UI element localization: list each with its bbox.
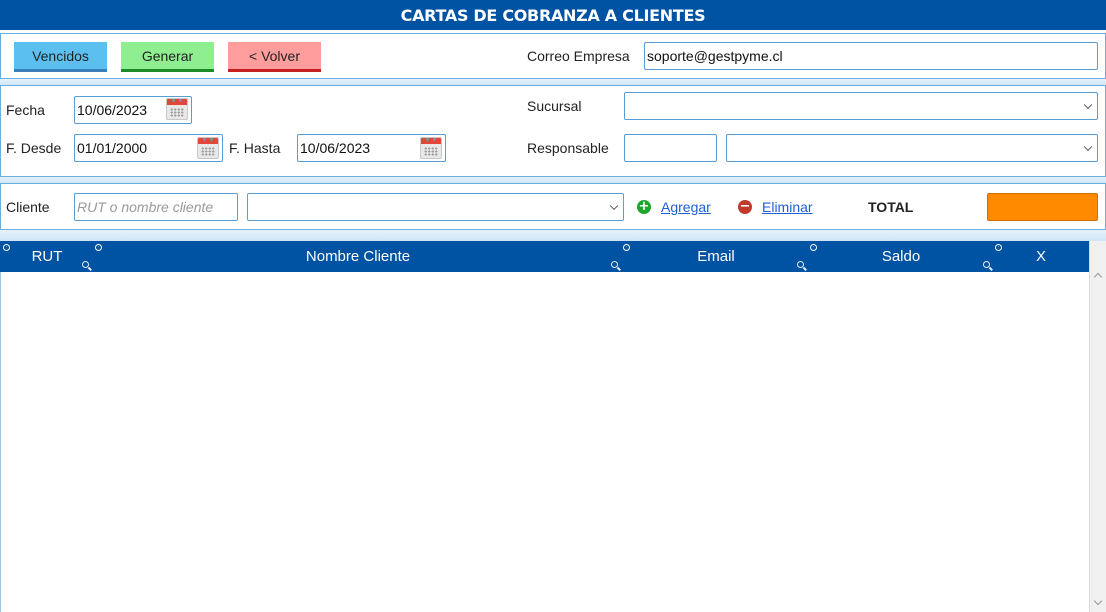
column-header-rut[interactable]: RUT xyxy=(0,241,94,272)
responsable-code-input[interactable] xyxy=(624,134,717,162)
hasta-calendar-icon[interactable] xyxy=(420,137,442,159)
grid-header: RUT · · Nombre Cliente · Email · Saldo ·… xyxy=(0,241,1089,272)
minus-circle-icon[interactable]: − xyxy=(738,200,752,214)
desde-calendar-icon[interactable] xyxy=(197,137,219,159)
responsable-select[interactable] xyxy=(726,134,1098,162)
correo-empresa-input[interactable]: soporte@gestpyme.cl xyxy=(644,42,1098,70)
total-label: TOTAL xyxy=(868,199,914,215)
chevron-down-icon xyxy=(609,201,619,211)
search-icon[interactable] xyxy=(797,261,804,268)
total-value xyxy=(987,193,1098,221)
expand-icon[interactable]: · xyxy=(3,244,10,251)
responsable-label: Responsable xyxy=(527,140,609,156)
correo-empresa-label: Correo Empresa xyxy=(527,48,630,64)
volver-button[interactable]: < Volver xyxy=(228,42,321,72)
cliente-search-input[interactable]: RUT o nombre cliente xyxy=(74,193,238,221)
scroll-down-icon[interactable] xyxy=(1093,596,1103,606)
generar-button[interactable]: Generar xyxy=(121,42,214,72)
desde-label: F. Desde xyxy=(6,140,62,156)
column-header-email[interactable]: Email xyxy=(628,241,804,272)
clients-grid[interactable] xyxy=(0,272,1089,612)
cliente-placeholder: RUT o nombre cliente xyxy=(77,199,214,215)
vencidos-button[interactable]: Vencidos xyxy=(14,42,107,72)
cliente-label: Cliente xyxy=(6,199,50,215)
page-title: CARTAS DE COBRANZA A CLIENTES xyxy=(0,0,1106,30)
sucursal-select[interactable] xyxy=(624,92,1098,120)
chevron-down-icon xyxy=(1083,100,1093,110)
client-panel: Cliente RUT o nombre cliente + Agregar −… xyxy=(0,183,1106,230)
chevron-down-icon xyxy=(1083,142,1093,152)
scroll-up-icon[interactable] xyxy=(1093,272,1103,282)
filters-panel: Fecha 10/06/2023 F. Desde 01/01/2000 F. … xyxy=(0,85,1106,177)
column-header-saldo[interactable]: Saldo xyxy=(815,241,987,272)
column-header-nombre[interactable]: Nombre Cliente xyxy=(100,241,616,272)
fecha-calendar-icon[interactable] xyxy=(166,98,188,120)
column-header-x[interactable]: X xyxy=(1000,241,1082,272)
hasta-label: F. Hasta xyxy=(229,140,281,156)
separator xyxy=(0,230,1106,241)
sucursal-label: Sucursal xyxy=(527,98,582,114)
fecha-label: Fecha xyxy=(6,102,45,118)
agregar-link[interactable]: Agregar xyxy=(661,199,711,215)
search-icon[interactable] xyxy=(983,261,990,268)
eliminar-link[interactable]: Eliminar xyxy=(762,199,813,215)
toolbar-panel: Vencidos Generar < Volver Correo Empresa… xyxy=(0,33,1106,79)
search-icon[interactable] xyxy=(82,261,89,268)
vertical-scrollbar[interactable] xyxy=(1089,241,1106,612)
search-icon[interactable] xyxy=(611,261,618,268)
cliente-select[interactable] xyxy=(247,193,624,221)
plus-circle-icon[interactable]: + xyxy=(637,200,651,214)
